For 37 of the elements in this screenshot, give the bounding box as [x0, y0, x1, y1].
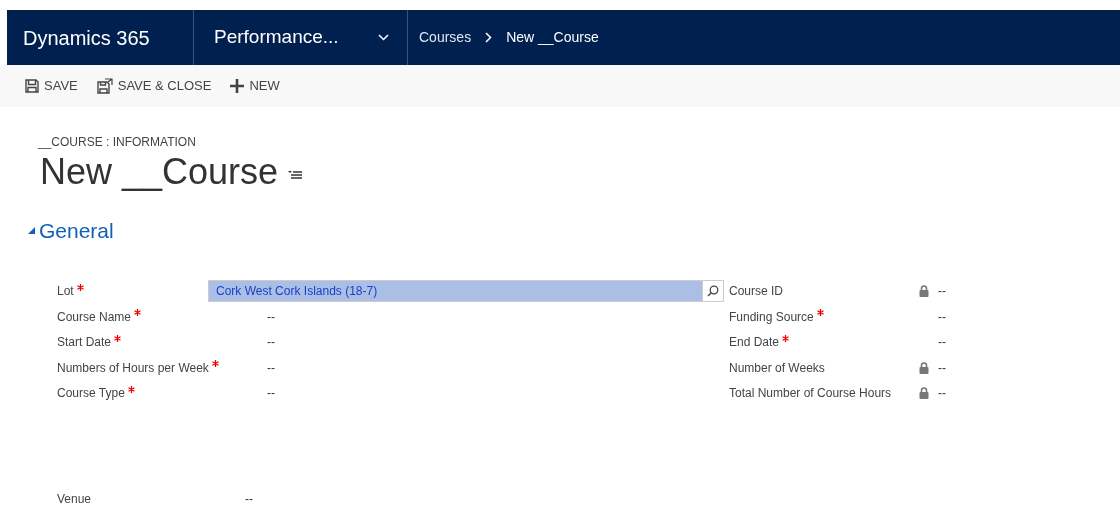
- field-label: Start Date: [57, 334, 112, 352]
- field-value[interactable]: --: [938, 384, 946, 403]
- field-value[interactable]: --: [209, 307, 275, 326]
- field-label: Number of Weeks: [729, 359, 825, 377]
- field-label: End Date: [729, 334, 780, 352]
- field-label: Funding Source: [729, 308, 814, 326]
- field-value[interactable]: --: [938, 333, 946, 352]
- search-icon[interactable]: [707, 285, 719, 298]
- field-label: Lot: [57, 283, 74, 301]
- field-value[interactable]: --: [938, 307, 946, 326]
- field-value[interactable]: --: [938, 358, 946, 377]
- chevron-down-icon: [378, 34, 389, 41]
- save-close-icon: [96, 78, 113, 94]
- breadcrumb[interactable]: New __Course: [506, 27, 599, 48]
- field-value[interactable]: --: [245, 490, 253, 508]
- field-label: Course Name: [57, 308, 132, 326]
- toolbar-button[interactable]: SAVE & CLOSE: [96, 76, 212, 96]
- toolbar-button[interactable]: SAVE: [25, 76, 78, 96]
- section-header[interactable]: General: [28, 215, 114, 247]
- field-label: Numbers of Hours per Week: [57, 359, 209, 377]
- record-title: New __Course: [40, 151, 279, 193]
- field-value[interactable]: --: [209, 384, 275, 403]
- breadcrumb[interactable]: Courses: [419, 27, 472, 48]
- collapse-triangle-icon: [28, 227, 35, 235]
- toolbar-button[interactable]: NEW: [230, 76, 280, 96]
- field-value[interactable]: --: [209, 358, 275, 377]
- field-value[interactable]: --: [209, 333, 275, 352]
- field-value[interactable]: --: [938, 282, 946, 301]
- field-label: Venue: [56, 491, 93, 508]
- field-label: Course Type: [57, 385, 125, 403]
- field-label: Course ID: [729, 283, 784, 301]
- field-label: Total Number of Course Hours: [729, 385, 892, 403]
- form-menu-icon[interactable]: [288, 170, 303, 180]
- chevron-right-icon: [485, 32, 493, 43]
- save-icon: [25, 79, 39, 93]
- plus-icon: [230, 79, 245, 93]
- entity-label: __COURSE : INFORMATION: [38, 134, 197, 151]
